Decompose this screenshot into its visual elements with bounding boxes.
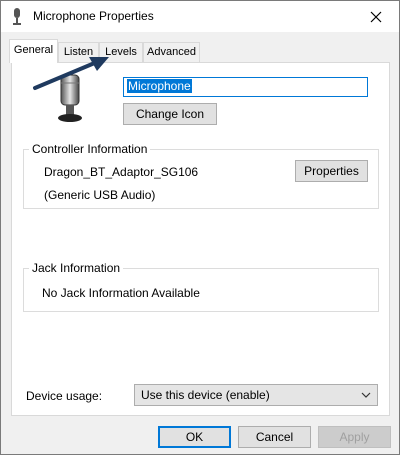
controller-info-title: Controller Information xyxy=(29,142,151,156)
device-usage-label: Device usage: xyxy=(26,389,103,403)
jack-info-title: Jack Information xyxy=(29,261,124,275)
apply-label: Apply xyxy=(339,430,370,444)
tab-advanced[interactable]: Advanced xyxy=(143,42,200,62)
arrow-annotation xyxy=(33,57,109,90)
apply-button[interactable]: Apply xyxy=(318,426,391,448)
properties-window: Microphone Properties General Listen Lev… xyxy=(0,0,400,455)
properties-label: Properties xyxy=(304,164,359,178)
chevron-down-icon xyxy=(361,392,371,398)
controller-name: Dragon_BT_Adaptor_SG106 xyxy=(44,165,199,179)
device-usage-select[interactable]: Use this device (enable) xyxy=(134,384,378,406)
title-bar: Microphone Properties xyxy=(1,1,399,32)
ok-button[interactable]: OK xyxy=(158,426,231,448)
device-name-value: Microphone xyxy=(127,79,192,93)
close-button[interactable] xyxy=(353,1,399,32)
change-icon-label: Change Icon xyxy=(135,107,205,121)
ok-label: OK xyxy=(185,430,204,444)
cancel-label: Cancel xyxy=(255,430,294,444)
device-usage-value: Use this device (enable) xyxy=(141,388,270,402)
close-icon xyxy=(370,11,382,22)
change-icon-button[interactable]: Change Icon xyxy=(123,103,217,125)
window-title: Microphone Properties xyxy=(33,9,154,23)
properties-button[interactable]: Properties xyxy=(295,160,368,182)
jack-info-text: No Jack Information Available xyxy=(42,286,200,300)
cancel-button[interactable]: Cancel xyxy=(238,426,311,448)
device-name-input[interactable]: Microphone xyxy=(123,77,368,97)
microphone-icon xyxy=(13,8,21,25)
controller-type: (Generic USB Audio) xyxy=(44,188,156,202)
tab-label: Advanced xyxy=(147,46,196,58)
